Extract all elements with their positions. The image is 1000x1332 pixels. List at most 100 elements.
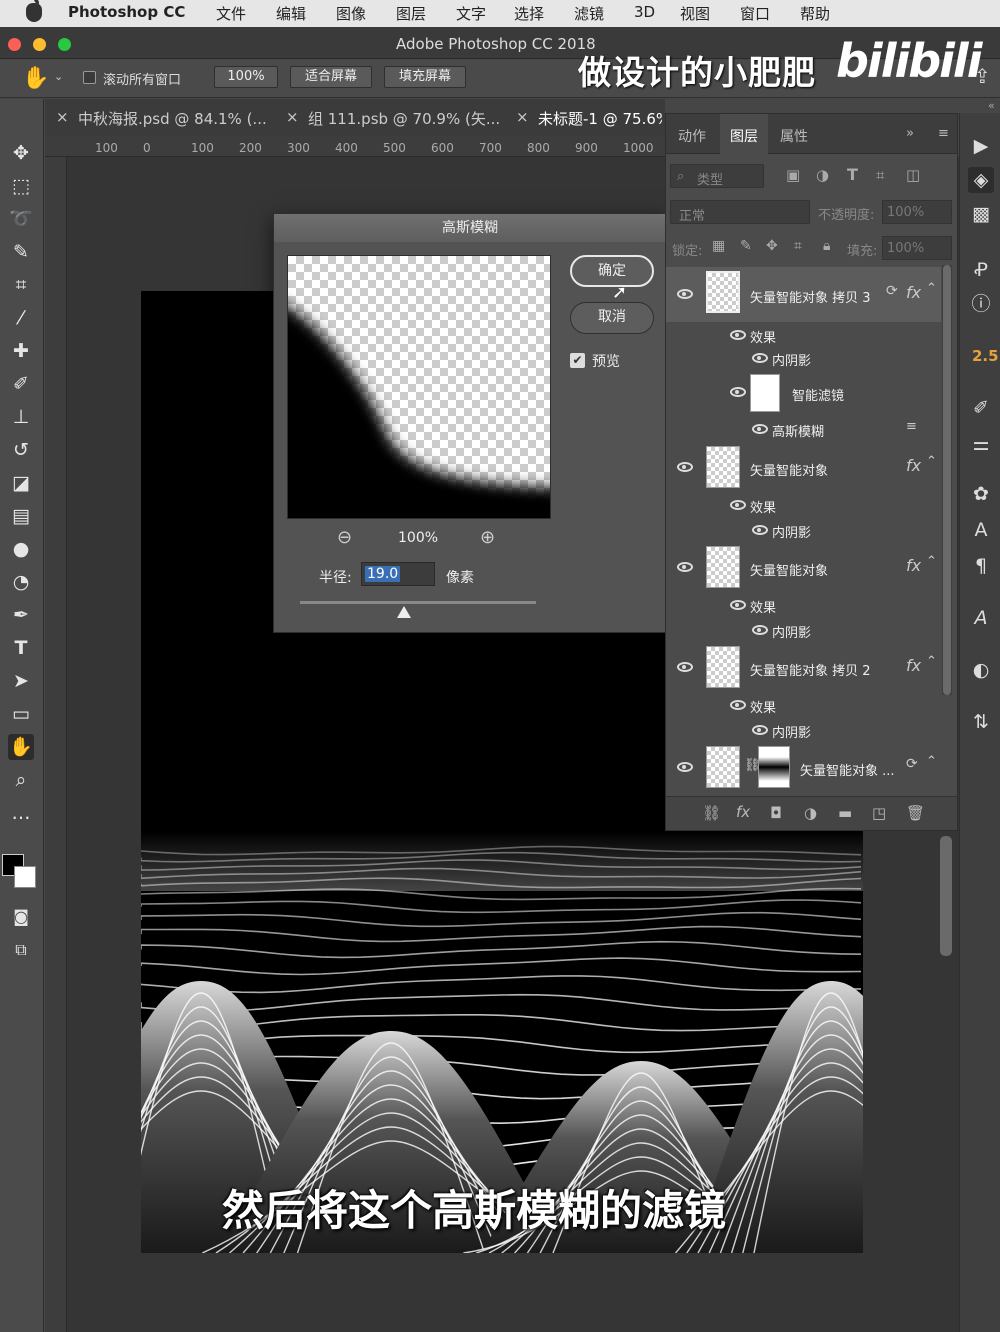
- rectangle-tool-icon[interactable]: ▭: [8, 701, 34, 727]
- tab-properties[interactable]: 属性: [780, 126, 808, 146]
- menu-help[interactable]: 帮助: [800, 3, 830, 24]
- menu-edit[interactable]: 编辑: [276, 3, 306, 24]
- lock-all-icon[interactable]: 🔒︎: [823, 238, 830, 254]
- visibility-eye-icon[interactable]: [677, 462, 693, 472]
- add-style-icon[interactable]: fx: [736, 803, 750, 821]
- visibility-eye-icon[interactable]: [677, 289, 693, 299]
- layer-fx-badge[interactable]: fx: [906, 656, 921, 675]
- smart-filter-mask-thumbnail[interactable]: [750, 374, 780, 412]
- filter-row[interactable]: 高斯模糊 ≡: [666, 416, 941, 441]
- layer-row[interactable]: ⛓ 矢量智能对象 ... ⟳ ⌃: [666, 744, 941, 792]
- visibility-eye-icon[interactable]: [730, 330, 746, 340]
- filter-smart-object-icon[interactable]: ◫: [906, 166, 920, 184]
- visibility-eye-icon[interactable]: [730, 387, 746, 397]
- effect-row[interactable]: 效果: [666, 492, 941, 517]
- tab-layers[interactable]: 图层: [720, 114, 768, 154]
- effect-row[interactable]: 效果: [666, 322, 941, 347]
- healing-brush-icon[interactable]: ✚: [8, 338, 34, 364]
- visibility-eye-icon[interactable]: [752, 353, 768, 363]
- lock-transparent-icon[interactable]: ▦: [712, 238, 725, 254]
- link-layers-icon[interactable]: ⛓: [702, 804, 721, 822]
- smart-filter-row[interactable]: 智能滤镜: [666, 370, 941, 416]
- filter-pixel-icon[interactable]: ▣: [786, 166, 800, 184]
- layer-row[interactable]: 矢量智能对象 拷贝 3 ⟳ fx ⌃: [666, 267, 941, 322]
- swatches-icon[interactable]: ✿: [968, 481, 994, 507]
- apple-icon[interactable]: [26, 0, 42, 22]
- menu-layer[interactable]: 图层: [396, 3, 426, 24]
- collapse-dock-icon[interactable]: «: [988, 99, 995, 112]
- tab-mid-autumn-poster[interactable]: 中秋海报.psd @ 84.1% (...: [78, 108, 267, 129]
- play-action-icon[interactable]: ▶: [968, 133, 994, 159]
- paragraph-icon[interactable]: ¶: [968, 553, 994, 579]
- radius-slider-thumb[interactable]: [396, 606, 411, 618]
- eyedropper-tool-icon[interactable]: ⁄: [8, 305, 34, 331]
- menu-type[interactable]: 文字: [456, 3, 486, 24]
- effect-row[interactable]: 内阴影: [666, 345, 941, 370]
- new-layer-icon[interactable]: ◳: [872, 804, 886, 822]
- effect-row[interactable]: 效果: [666, 592, 941, 617]
- effect-row[interactable]: 内阴影: [666, 617, 941, 642]
- brush-settings-icon[interactable]: ✐: [968, 395, 994, 421]
- tab-close-icon[interactable]: ×: [516, 108, 529, 126]
- gradient-tool-icon[interactable]: ▤: [8, 503, 34, 529]
- fill-input[interactable]: 100%: [882, 236, 952, 260]
- effect-row[interactable]: 内阴影: [666, 717, 941, 742]
- visibility-eye-icon[interactable]: [677, 662, 693, 672]
- menu-select[interactable]: 选择: [514, 3, 544, 24]
- dodge-tool-icon[interactable]: ◔: [8, 569, 34, 595]
- close-window-button[interactable]: [8, 38, 21, 51]
- layer-mask-thumbnail[interactable]: [758, 746, 790, 788]
- filter-blending-options-icon[interactable]: ≡: [906, 419, 917, 434]
- adjustment-layer-icon[interactable]: ◑: [804, 804, 817, 822]
- character-icon[interactable]: A: [968, 517, 994, 543]
- collapse-effects-icon[interactable]: ⌃: [926, 554, 937, 569]
- lock-pixels-icon[interactable]: ✎: [740, 238, 752, 254]
- hand-tool-icon[interactable]: ✋: [22, 66, 49, 91]
- path-select-tool-icon[interactable]: ➤: [8, 668, 34, 694]
- history-brush-icon[interactable]: ↺: [8, 437, 34, 463]
- visibility-eye-icon[interactable]: [730, 500, 746, 510]
- menu-file[interactable]: 文件: [216, 3, 246, 24]
- layer-fx-badge[interactable]: fx: [906, 456, 921, 475]
- radius-slider-track[interactable]: [300, 601, 536, 604]
- menu-image[interactable]: 图像: [336, 3, 366, 24]
- visibility-eye-icon[interactable]: [752, 725, 768, 735]
- zoom-in-icon[interactable]: ⊕: [480, 527, 495, 548]
- radius-input[interactable]: 19.0: [361, 562, 435, 586]
- zoom-out-icon[interactable]: ⊖: [337, 527, 352, 548]
- menu-filter[interactable]: 滤镜: [574, 3, 604, 24]
- menu-window[interactable]: 窗口: [740, 3, 770, 24]
- layer-row[interactable]: 矢量智能对象 fx ⌃: [666, 444, 941, 492]
- collapse-effects-icon[interactable]: ⌃: [926, 454, 937, 469]
- channels-icon[interactable]: ⇅: [968, 709, 994, 735]
- glyphs-icon[interactable]: A: [968, 605, 994, 631]
- menu-view[interactable]: 视图: [680, 3, 710, 24]
- eraser-tool-icon[interactable]: ◪: [8, 470, 34, 496]
- styles-icon[interactable]: ◐: [968, 657, 994, 683]
- lock-position-icon[interactable]: ✥: [766, 238, 778, 254]
- pen-tool-icon[interactable]: ✒: [8, 602, 34, 628]
- panel-menu-icon[interactable]: ≡: [938, 126, 949, 141]
- trash-icon[interactable]: 🗑︎: [906, 804, 925, 822]
- tab-group-111[interactable]: 组 111.psb @ 70.9% (矢...: [308, 108, 500, 129]
- preview-checkbox[interactable]: ✔: [570, 353, 585, 368]
- tool-preset-chevron-icon[interactable]: ⌄: [54, 70, 63, 83]
- effect-row[interactable]: 效果: [666, 692, 941, 717]
- scroll-all-checkbox[interactable]: [83, 71, 96, 84]
- filter-kind-select[interactable]: ⌕ 类型: [670, 164, 764, 188]
- app-menu[interactable]: Photoshop CC: [68, 3, 185, 21]
- layers-scrollbar[interactable]: [942, 265, 952, 695]
- layer-row[interactable]: 矢量智能对象 拷贝 2 fx ⌃: [666, 644, 941, 692]
- blend-mode-select[interactable]: 正常: [670, 200, 810, 224]
- quick-select-tool-icon[interactable]: ✎: [8, 239, 34, 265]
- background-color-swatch[interactable]: [14, 866, 36, 888]
- move-tool-icon[interactable]: ✥: [8, 140, 34, 166]
- visibility-eye-icon[interactable]: [677, 562, 693, 572]
- lock-artboard-icon[interactable]: ⌗: [794, 238, 802, 254]
- panel-expand-icon[interactable]: »: [906, 126, 914, 141]
- layer-fx-badge[interactable]: fx: [906, 283, 921, 302]
- paragraph-style-icon[interactable]: Ꝓ: [968, 257, 994, 283]
- add-mask-icon[interactable]: ◘: [770, 804, 782, 822]
- filter-shape-icon[interactable]: ⌗: [876, 166, 884, 184]
- zoom-window-button[interactable]: [58, 38, 71, 51]
